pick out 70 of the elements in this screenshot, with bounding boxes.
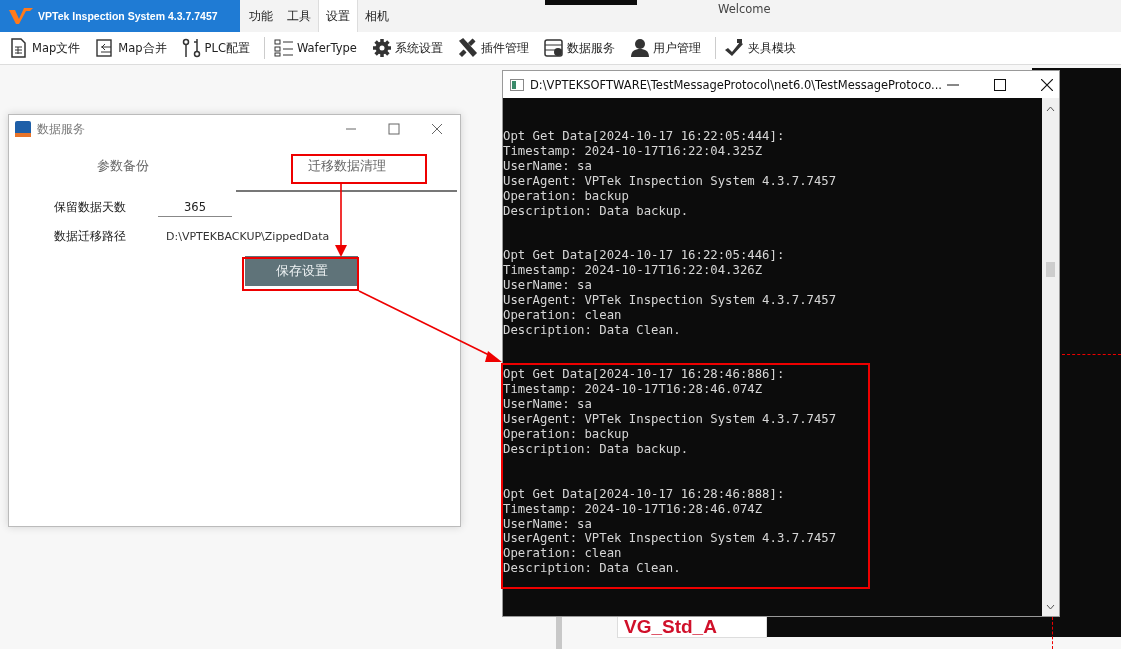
- console-line: Description: Data Clean.: [503, 561, 682, 577]
- field-label: 数据迁移路径: [53, 229, 127, 244]
- toolbar-button[interactable]: 数据服务: [543, 38, 619, 58]
- tab[interactable]: 迁移数据清理: [236, 143, 457, 192]
- console-line: Opt Get Data[2024-10-17 16:28:46:886]:: [503, 367, 786, 383]
- save-button[interactable]: 保存设置: [245, 256, 358, 286]
- console-line: Timestamp: 2024-10-17T16:22:04.326Z: [503, 263, 764, 279]
- scroll-up-icon: [1046, 106, 1055, 112]
- console-line: Opt Get Data[2024-10-17 16:22:05:446]:: [503, 248, 786, 264]
- welcome-text: Welcome: [718, 2, 771, 16]
- scroll-down-icon: [1046, 604, 1055, 610]
- console-line: Operation: backup: [503, 188, 630, 204]
- toolbar-button[interactable]: 夹具模块: [724, 38, 800, 58]
- clamp-icon: [724, 38, 745, 58]
- menu-tab[interactable]: 设置: [318, 0, 358, 32]
- dashed-line: [1062, 354, 1121, 355]
- console-line: Description: Data Clean.: [503, 322, 682, 338]
- console-line: Timestamp: 2024-10-17T16:28:46.074Z: [503, 501, 764, 517]
- close-icon: [431, 123, 443, 135]
- console-line: UserName: sa: [503, 516, 593, 532]
- menu-tab[interactable]: 工具: [280, 0, 318, 32]
- app-title: VPTek Inspection System 4.3.7.7457: [38, 10, 218, 22]
- menu-tab[interactable]: 功能: [242, 0, 280, 32]
- maximize-icon: [994, 78, 1006, 91]
- console-line: UserName: sa: [503, 158, 593, 174]
- window-title: 数据服务: [37, 121, 85, 137]
- scroll-bar: [556, 615, 562, 649]
- console-line: Operation: clean: [503, 546, 623, 562]
- console-line: Operation: backup: [503, 427, 630, 442]
- console-line: Timestamp: 2024-10-17T16:22:04.325Z: [503, 143, 764, 159]
- console-line: Operation: clean: [503, 307, 623, 323]
- menu-tab[interactable]: 相机: [358, 0, 396, 32]
- user-icon: [629, 38, 650, 58]
- console-line: Timestamp: 2024-10-17T16:28:46.074Z: [503, 382, 764, 398]
- field-value: D:\VPTEKBACKUP\ZippedData: [165, 230, 330, 243]
- console-icon: [510, 78, 524, 91]
- console-line: UserAgent: VPTek Inspection System 4.3.7.7457: [503, 292, 838, 308]
- settings-icon: [371, 38, 392, 58]
- console-line: UserName: sa: [503, 278, 593, 293]
- app-icon: [15, 121, 31, 137]
- tools-icon: [457, 38, 478, 58]
- toolbar-button[interactable]: Map合并: [95, 38, 171, 58]
- toolbar-button[interactable]: 用户管理: [629, 38, 705, 58]
- toolbar-button[interactable]: WaferType: [273, 38, 361, 58]
- toolbar-button[interactable]: PLC配置: [181, 38, 254, 58]
- database-icon: [543, 38, 564, 58]
- connection-icon: [181, 38, 202, 58]
- scroll-thumb[interactable]: [1046, 262, 1055, 277]
- list-icon: [273, 38, 294, 58]
- toolbar-button[interactable]: 系统设置: [371, 38, 447, 58]
- console-line: UserAgent: VPTek Inspection System 4.3.7.7457: [503, 412, 838, 428]
- console-line: Opt Get Data[2024-10-17 16:28:46:888]:: [503, 486, 786, 502]
- canvas-label: VG_Std_A: [617, 617, 767, 638]
- logo-icon: [8, 7, 34, 25]
- input-field[interactable]: 365: [158, 198, 232, 217]
- window-title: D:\VPTEKSOFTWARE\TestMessageProtocol\net6.0\TestMessageProtoco...: [530, 77, 943, 92]
- scroll-bar[interactable]: [1042, 98, 1059, 616]
- close-icon: [1041, 78, 1053, 91]
- field-label: 保留数据天数: [53, 200, 127, 215]
- toolbar-button[interactable]: Map文件: [9, 38, 85, 58]
- toolbar-button[interactable]: 插件管理: [457, 38, 533, 58]
- maximize-icon: [388, 123, 400, 135]
- console-line: UserName: sa: [503, 397, 593, 413]
- console-line: UserAgent: VPTek Inspection System 4.3.7.7457: [503, 173, 838, 189]
- doc-icon: [9, 38, 29, 58]
- console-line: Description: Data backup.: [503, 203, 690, 219]
- console-line: UserAgent: VPTek Inspection System 4.3.7.7457: [503, 531, 838, 547]
- console-line: Opt Get Data[2024-10-17 16:22:05:444]:: [503, 129, 786, 144]
- console-line: Description: Data backup.: [503, 442, 690, 457]
- tab[interactable]: 参数备份: [9, 143, 236, 192]
